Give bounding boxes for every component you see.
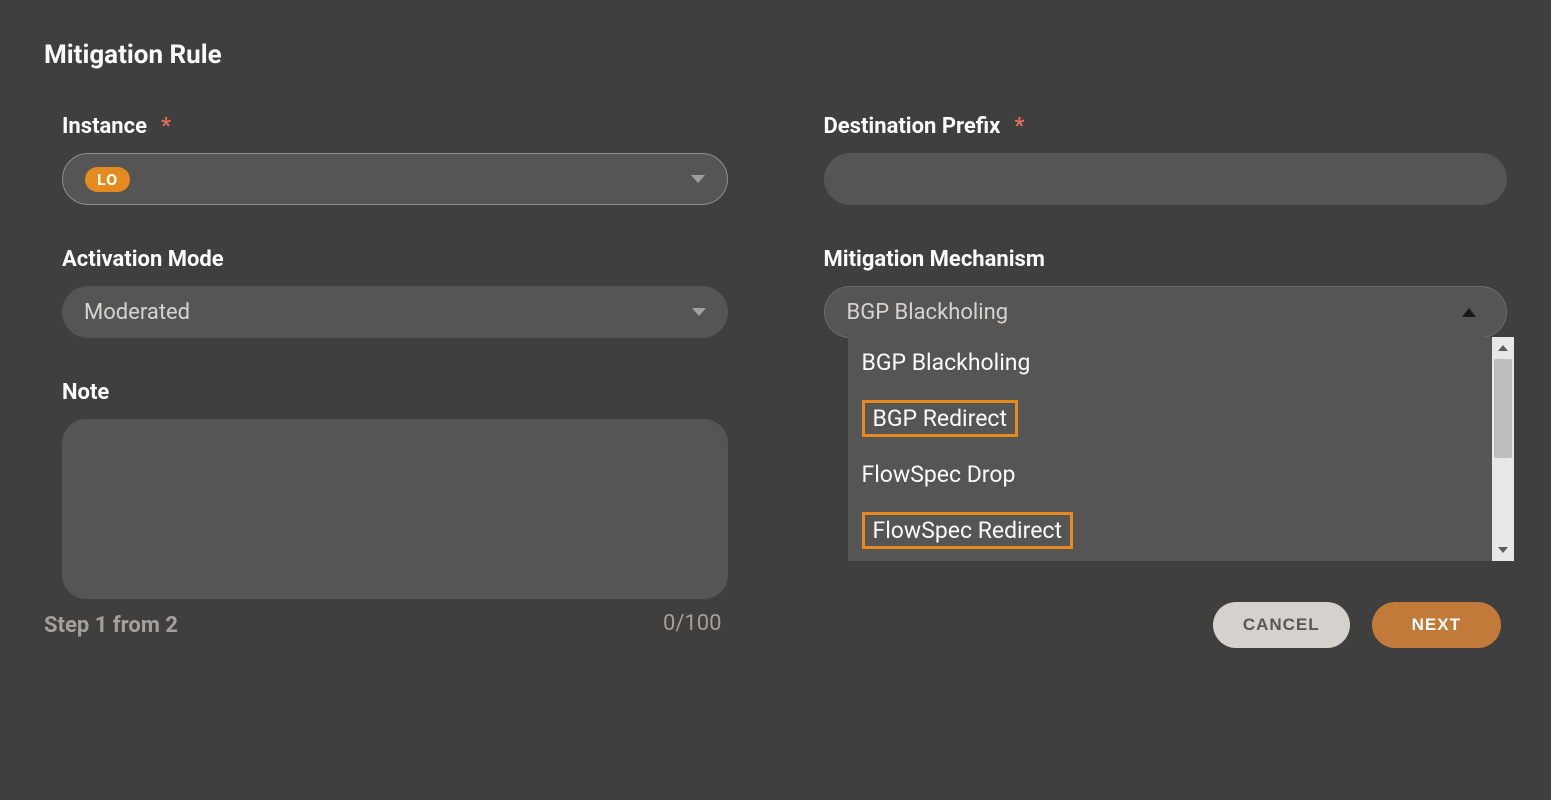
- instance-label: Instance: [62, 114, 147, 139]
- mitigation-rule-dialog: Mitigation Rule Instance * LO Activation…: [0, 0, 1551, 698]
- dropdown-scrollbar[interactable]: [1492, 337, 1514, 561]
- form-grid: Instance * LO Activation Mode Moderated …: [44, 114, 1507, 678]
- note-textarea[interactable]: [62, 419, 728, 599]
- chevron-down-icon: [692, 308, 706, 316]
- note-label: Note: [62, 380, 109, 405]
- activation-mode-value: Moderated: [84, 300, 692, 325]
- option-text: FlowSpec Drop: [862, 461, 1016, 488]
- mitigation-mechanism-field: Mitigation Mechanism BGP Blackholing BGP…: [824, 247, 1508, 338]
- instance-required: *: [161, 114, 171, 139]
- instance-chip: LO: [85, 167, 130, 192]
- mitigation-mechanism-select[interactable]: BGP Blackholing: [824, 286, 1508, 338]
- dialog-footer: Step 1 from 2 CANCEL NEXT: [44, 602, 1501, 648]
- option-text: BGP Redirect: [862, 400, 1019, 437]
- scrollbar-thumb[interactable]: [1494, 359, 1512, 458]
- mechanism-option-flowspec-redirect[interactable]: FlowSpec Redirect: [848, 500, 1492, 561]
- left-column: Instance * LO Activation Mode Moderated …: [44, 114, 728, 678]
- instance-field: Instance * LO: [62, 114, 728, 205]
- next-button[interactable]: NEXT: [1372, 602, 1501, 648]
- cancel-button[interactable]: CANCEL: [1213, 602, 1350, 648]
- activation-mode-field: Activation Mode Moderated: [62, 247, 728, 338]
- mechanism-option-flowspec-drop[interactable]: FlowSpec Drop: [848, 449, 1492, 500]
- activation-mode-select[interactable]: Moderated: [62, 286, 728, 338]
- scrollbar-track[interactable]: [1492, 359, 1514, 539]
- chevron-up-icon: [1462, 308, 1476, 317]
- dialog-title: Mitigation Rule: [44, 40, 1507, 70]
- triangle-down-icon: [1498, 547, 1508, 553]
- step-indicator: Step 1 from 2: [44, 613, 178, 638]
- destination-prefix-required: *: [1014, 114, 1024, 139]
- note-field: Note 0/100: [62, 380, 728, 636]
- right-column: Destination Prefix * Mitigation Mechanis…: [824, 114, 1508, 678]
- mitigation-mechanism-value: BGP Blackholing: [847, 300, 1463, 325]
- destination-prefix-input[interactable]: [824, 153, 1508, 205]
- mechanism-option-bgp-blackholing[interactable]: BGP Blackholing: [848, 337, 1492, 388]
- mitigation-mechanism-label: Mitigation Mechanism: [824, 247, 1045, 272]
- activation-mode-label: Activation Mode: [62, 247, 224, 272]
- option-text: FlowSpec Redirect: [862, 512, 1074, 549]
- option-text: BGP Blackholing: [862, 349, 1031, 376]
- scrollbar-up-button[interactable]: [1492, 337, 1514, 359]
- scrollbar-down-button[interactable]: [1492, 539, 1514, 561]
- triangle-up-icon: [1498, 345, 1508, 351]
- destination-prefix-field: Destination Prefix *: [824, 114, 1508, 205]
- destination-prefix-label: Destination Prefix: [824, 114, 1001, 139]
- footer-buttons: CANCEL NEXT: [1213, 602, 1501, 648]
- chevron-down-icon: [691, 175, 705, 183]
- instance-select[interactable]: LO: [62, 153, 728, 205]
- mitigation-mechanism-dropdown: BGP Blackholing BGP Redirect FlowSpec Dr…: [848, 337, 1492, 561]
- mechanism-option-bgp-redirect[interactable]: BGP Redirect: [848, 388, 1492, 449]
